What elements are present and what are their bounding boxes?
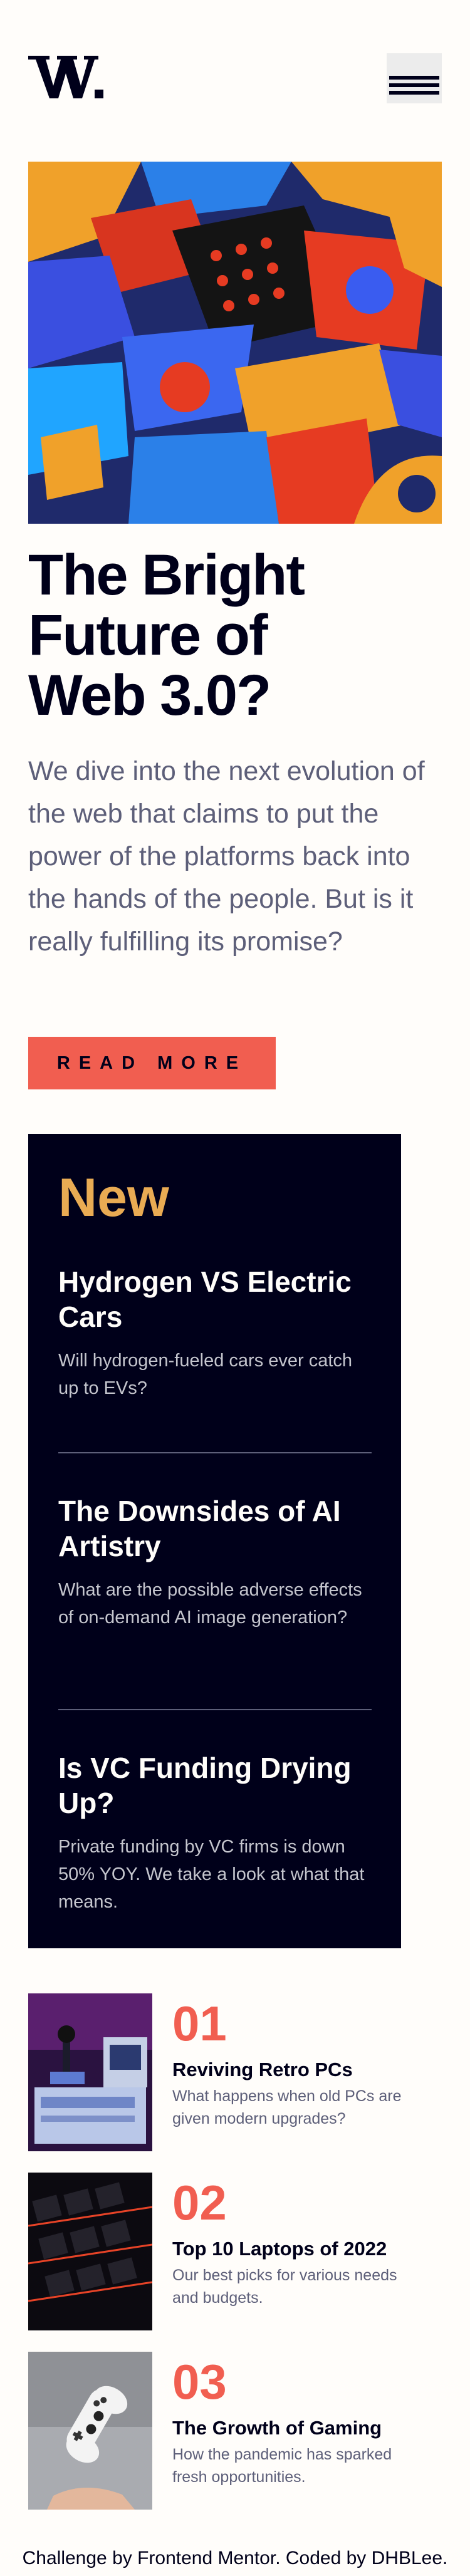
article-title[interactable]: Reviving Retro PCs: [172, 2057, 353, 2082]
list-item: 03 The Growth of Gaming How the pandemic…: [28, 2352, 442, 2510]
laptop-keyboard-image: [28, 2173, 152, 2330]
divider: [58, 1452, 372, 1453]
game-controller-image: [28, 2352, 152, 2510]
article-number: 01: [172, 1996, 227, 2051]
news-item-description: What are the possible adverse effects of…: [58, 1580, 362, 1628]
news-item-title[interactable]: Is VC Funding Drying Up?: [58, 1750, 372, 1820]
news-item-title[interactable]: The Downsides of AI Artistry: [58, 1493, 372, 1564]
abstract-3d-blocks-image: [28, 162, 442, 524]
retro-pc-image: [28, 1993, 152, 2151]
list-item: 02 Top 10 Laptops of 2022 Our best picks…: [28, 2173, 442, 2330]
divider: [58, 1709, 372, 1710]
logo[interactable]: [28, 53, 105, 100]
new-heading: New: [58, 1168, 169, 1228]
logo-icon: [28, 56, 103, 98]
article-thumbnail: [28, 2173, 152, 2330]
site-header: [28, 53, 442, 103]
news-item: The Downsides of AI Artistry What are th…: [58, 1493, 372, 1631]
read-more-button[interactable]: READ MORE: [28, 1037, 276, 1089]
article-number: 02: [172, 2175, 227, 2230]
news-item-title[interactable]: Hydrogen VS Electric Cars: [58, 1264, 372, 1334]
article-description: How the pandemic has sparked fresh oppor…: [172, 2446, 392, 2486]
hamburger-menu-icon[interactable]: [387, 53, 442, 103]
news-item-description: Will hydrogen-fueled cars ever catch up …: [58, 1351, 353, 1398]
news-item-description: Private funding by VC firms is down 50% …: [58, 1837, 365, 1912]
article-title[interactable]: The Growth of Gaming: [172, 2416, 382, 2441]
news-item: Is VC Funding Drying Up? Private funding…: [58, 1750, 372, 1916]
hero-title: The Bright Future of Web 3.0?: [28, 543, 305, 727]
article-thumbnail: [28, 1993, 152, 2151]
article-description: Our best picks for various needs and bud…: [172, 2267, 397, 2307]
article-number: 03: [172, 2354, 227, 2409]
hero-image: [28, 162, 442, 524]
new-articles-panel: New Hydrogen VS Electric Cars Will hydro…: [28, 1134, 401, 1948]
article-thumbnail: [28, 2352, 152, 2510]
hero-description: We dive into the next evolution of the w…: [28, 756, 425, 957]
list-item: 01 Reviving Retro PCs What happens when …: [28, 1993, 442, 2151]
news-item: Hydrogen VS Electric Cars Will hydrogen-…: [58, 1264, 372, 1402]
footer-attribution: Challenge by Frontend Mentor. Coded by D…: [22, 2548, 448, 2568]
article-title[interactable]: Top 10 Laptops of 2022: [172, 2236, 387, 2262]
article-description: What happens when old PCs are given mode…: [172, 2087, 402, 2127]
